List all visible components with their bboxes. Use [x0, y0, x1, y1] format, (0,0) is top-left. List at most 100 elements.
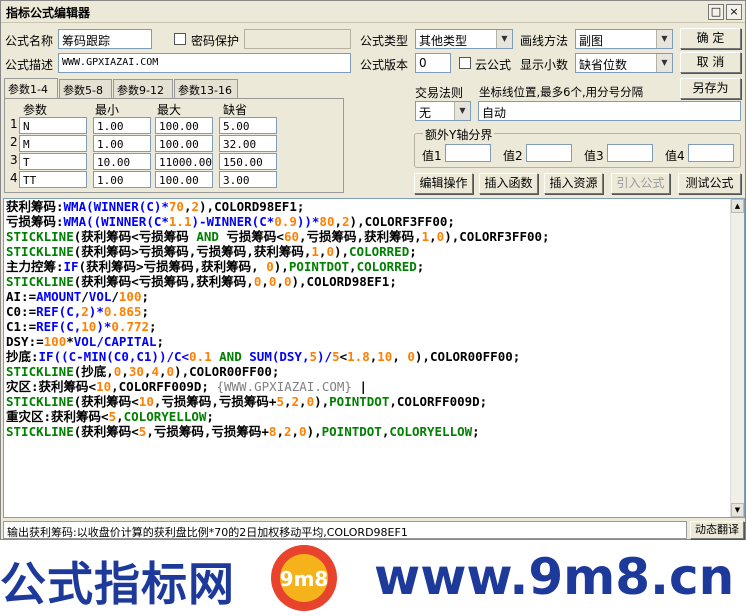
param-name-field[interactable]: TT [19, 171, 87, 188]
insert-resource-button[interactable]: 插入资源 [544, 173, 603, 194]
code-line: C1:=REF(C,10)*0.772; [4, 319, 744, 334]
code-token: < [339, 349, 348, 364]
tab-params-5-8[interactable]: 参数5-8 [59, 79, 112, 98]
code-line: STICKLINE(获利筹码>亏损筹码,亏损筹码,获利筹码,1,0),COLOR… [4, 244, 744, 259]
coord-label: 坐标线位置,最多6个,用分号分隔 [479, 85, 644, 99]
watermark-banner: 公式指标网 9m8 www.9m8.cn [0, 540, 746, 615]
code-token: , [276, 274, 284, 289]
code-token: 2 [291, 394, 300, 409]
code-token: IF((C-MIN(C0,C1))/C< [38, 349, 190, 364]
param-max-field[interactable]: 100.00 [155, 171, 213, 188]
code-token: (抄底, [73, 364, 114, 379]
code-editor[interactable]: 获利筹码:WMA(WINNER(C)*70,2),COLORD98EF1; 亏损筹… [3, 198, 745, 518]
param-default-field[interactable]: 3.00 [219, 171, 277, 188]
param-default-field[interactable]: 32.00 [219, 135, 277, 152]
code-token: 0 [407, 349, 415, 364]
param-max-field[interactable]: 100.00 [155, 117, 213, 134]
code-token: 30 [128, 364, 144, 379]
code-token: 4 [151, 364, 159, 379]
code-token: ; [416, 259, 425, 274]
param-name-field[interactable]: M [19, 135, 87, 152]
param-default-field[interactable]: 150.00 [219, 153, 277, 170]
save-as-button[interactable]: 另存为 [680, 78, 741, 99]
version-field[interactable]: 0 [415, 53, 451, 73]
code-token: (获利筹码<亏损筹码 [73, 229, 197, 244]
scroll-down-icon[interactable]: ▼ [731, 503, 744, 517]
insert-function-button[interactable]: 插入函数 [479, 173, 538, 194]
code-token: 2 [191, 199, 200, 214]
code-token: 0.772 [111, 319, 150, 334]
tab-params-1-4[interactable]: 参数1-4 [4, 78, 58, 99]
code-token: ; [156, 334, 165, 349]
code-token: 主力控筹: [6, 259, 64, 274]
code-line: STICKLINE(获利筹码<亏损筹码,获利筹码,0,0,0),COLORD98… [4, 274, 744, 289]
code-token: 100 [43, 334, 67, 349]
maximize-icon[interactable]: □ [708, 4, 724, 20]
code-token: (获利筹码<亏损筹码,获利筹码, [73, 274, 254, 289]
code-token: C0:= [6, 304, 37, 319]
password-checkbox[interactable] [174, 33, 186, 45]
tab-params-13-16[interactable]: 参数13-16 [174, 79, 238, 98]
cloud-checkbox[interactable] [459, 57, 471, 69]
type-value: 其他类型 [419, 34, 468, 48]
code-token: / [111, 289, 119, 304]
code-token: , [283, 394, 292, 409]
code-token: IF [63, 259, 79, 274]
chevron-down-icon: ▼ [656, 54, 672, 72]
trade-rule-select[interactable]: 无 ▼ [415, 101, 471, 121]
trade-rule-value: 无 [419, 106, 432, 120]
version-label: 公式版本 [360, 58, 409, 72]
decimals-select[interactable]: 缺省位数 ▼ [575, 53, 673, 73]
param-min-field[interactable]: 1.00 [93, 135, 151, 152]
param-name-field[interactable]: T [19, 153, 87, 170]
param-default-field[interactable]: 5.00 [219, 117, 277, 134]
cancel-button[interactable]: 取 消 [680, 52, 741, 73]
param-header-name: 参数 [23, 103, 48, 117]
draw-select[interactable]: 副图 ▼ [575, 29, 673, 49]
scroll-up-icon[interactable]: ▲ [731, 199, 744, 213]
code-token: | [351, 379, 368, 394]
dynamic-translate-button[interactable]: 动态翻译 [690, 521, 744, 539]
ok-button[interactable]: 确 定 [680, 28, 741, 49]
code-token: 2 [283, 424, 292, 439]
code-line: STICKLINE(获利筹码<10,亏损筹码,亏损筹码+5,2,0),POINT… [4, 394, 744, 409]
desc-label: 公式描述 [5, 58, 54, 72]
param-max-field[interactable]: 11000.00 [155, 153, 213, 170]
code-token: STICKLINE [6, 424, 74, 439]
window-title: 指标公式编辑器 [6, 6, 91, 20]
code-token: AI:= [6, 289, 37, 304]
param-min-field[interactable]: 1.00 [93, 117, 151, 134]
param-min-field[interactable]: 1.00 [93, 171, 151, 188]
code-token: COLORRED [356, 259, 417, 274]
code-token: ),COLORF3FF00; [444, 229, 550, 244]
type-select[interactable]: 其他类型 ▼ [415, 29, 513, 49]
import-formula-button[interactable]: 引入公式 [611, 173, 670, 194]
param-min-field[interactable]: 10.00 [93, 153, 151, 170]
code-token: POINTDOT [288, 259, 350, 274]
yaxis-field-4[interactable] [688, 144, 734, 162]
code-line: 抄底:IF((C-MIN(C0,C1))/C<0.1 AND SUM(DSY,5… [4, 349, 744, 364]
yaxis-field-2[interactable] [526, 144, 572, 162]
test-formula-button[interactable]: 测试公式 [678, 173, 741, 194]
code-token: , [334, 214, 343, 229]
code-token: ,亏损筹码,亏损筹码+ [146, 424, 269, 439]
yaxis-field-1[interactable] [445, 144, 491, 162]
code-token: ))* [296, 214, 320, 229]
tab-params-9-12[interactable]: 参数9-12 [113, 79, 173, 98]
param-max-field[interactable]: 100.00 [155, 135, 213, 152]
code-token: ),COLORF3FF00; [349, 214, 455, 229]
coord-field[interactable]: 自动 [478, 101, 741, 121]
close-icon[interactable]: × [726, 4, 742, 20]
desc-field[interactable]: WWW.GPXIAZAI.COM [58, 53, 351, 73]
code-token: COLORYELLOW [389, 424, 473, 439]
edit-operations-button[interactable]: 编辑操作 [414, 173, 473, 194]
status-bar: 输出获利筹码:以收盘价计算的获利盘比例*70的2日加权移动平均,COLORD98… [3, 521, 687, 539]
param-name-field[interactable]: N [19, 117, 87, 134]
code-token: 0 [299, 424, 307, 439]
code-token: 0.9 [274, 214, 297, 229]
code-token: STICKLINE [6, 274, 74, 289]
vertical-scrollbar[interactable]: ▲ ▼ [730, 199, 744, 517]
code-token: 5 [108, 409, 117, 424]
name-field[interactable]: 筹码跟踪 [58, 29, 152, 49]
yaxis-field-3[interactable] [607, 144, 653, 162]
